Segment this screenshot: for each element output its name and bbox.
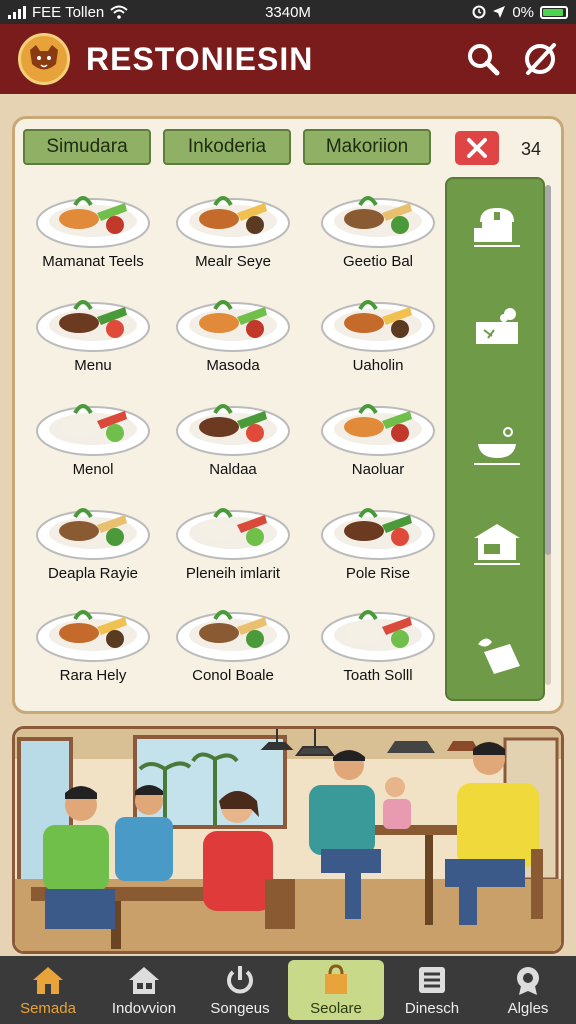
food-plate-image bbox=[321, 610, 435, 662]
food-plate-image bbox=[321, 508, 435, 560]
store-icon[interactable] bbox=[467, 197, 527, 257]
bottom-tab-bar: Semada Indovvion Songeus Seolare Dinesch… bbox=[0, 956, 576, 1024]
shop-icon[interactable] bbox=[467, 515, 527, 575]
location-icon bbox=[493, 6, 506, 18]
item-count: 34 bbox=[521, 139, 542, 159]
slashed-circle-icon[interactable] bbox=[522, 41, 558, 77]
list-icon bbox=[419, 966, 445, 993]
status-right: 0% bbox=[472, 4, 568, 21]
menu-item[interactable]: Masoda bbox=[163, 287, 303, 391]
battery-icon bbox=[540, 5, 568, 19]
scene-drawing bbox=[15, 729, 561, 951]
tabbar-label: Indovvion bbox=[111, 999, 177, 1017]
menu-item[interactable]: Menol bbox=[23, 391, 163, 495]
wifi-icon bbox=[110, 5, 128, 19]
food-plate-image bbox=[36, 300, 150, 352]
food-plate-image bbox=[321, 300, 435, 352]
menu-item-label: Pleneih imlarit bbox=[185, 565, 281, 582]
battery-fill bbox=[543, 8, 564, 16]
cake-icon[interactable] bbox=[467, 297, 527, 357]
carrier-text: FEE Tollen bbox=[32, 3, 105, 21]
battery-percent: 0% bbox=[512, 3, 534, 21]
bag-icon bbox=[325, 963, 347, 994]
food-plate-image bbox=[36, 508, 150, 560]
menu-item-label: Rara Hely bbox=[59, 667, 127, 684]
tabbar-label: Semada bbox=[20, 999, 76, 1017]
badge-icon bbox=[517, 966, 539, 995]
food-tag-icon[interactable] bbox=[467, 625, 527, 685]
tiger-logo-icon bbox=[30, 45, 58, 70]
menu-item[interactable]: Pleneih imlarit bbox=[163, 495, 303, 599]
food-plate-image bbox=[176, 300, 290, 352]
menu-item-label: Naoluar bbox=[351, 461, 405, 478]
restaurant-scene-illustration bbox=[12, 726, 564, 954]
tabbar-item-algles[interactable]: Algles bbox=[480, 956, 576, 1024]
tabbar-item-indovvion[interactable]: Indovvion bbox=[96, 956, 192, 1024]
menu-item[interactable]: Pole Rise bbox=[308, 495, 448, 599]
close-button[interactable] bbox=[455, 131, 499, 165]
status-bar: FEE Tollen 3340M 0% bbox=[0, 0, 576, 24]
house-icon bbox=[129, 966, 159, 994]
menu-item[interactable]: Uaholin bbox=[308, 287, 448, 391]
menu-item-label: Toath Solll bbox=[343, 667, 413, 684]
tabbar-item-songeus[interactable]: Songeus bbox=[192, 956, 288, 1024]
menu-item[interactable]: Geetio Bal bbox=[308, 183, 448, 287]
food-plate-image bbox=[321, 196, 435, 248]
tab-inkoderia[interactable]: Inkoderia bbox=[163, 129, 291, 165]
tab-simudara[interactable]: Simudara bbox=[23, 129, 151, 165]
food-plate-image bbox=[176, 404, 290, 456]
tab-makoriion[interactable]: Makoriion bbox=[303, 129, 431, 165]
power-icon bbox=[227, 965, 253, 993]
status-left: FEE Tollen bbox=[8, 4, 208, 21]
food-plate-image bbox=[176, 610, 290, 662]
tabbar-label: Seolare bbox=[310, 999, 362, 1017]
food-plate-image bbox=[36, 404, 150, 456]
menu-item[interactable]: Mamanat Teels bbox=[23, 183, 163, 287]
food-plate-image bbox=[176, 508, 290, 560]
app-header: RESTONIESIN bbox=[0, 24, 576, 94]
menu-item[interactable]: Toath Solll bbox=[308, 597, 448, 701]
scrollbar-thumb[interactable] bbox=[545, 185, 551, 555]
menu-item-label: Menu bbox=[74, 357, 112, 374]
category-tabs: Simudara Inkoderia Makoriion bbox=[23, 129, 431, 165]
menu-item[interactable]: Menu bbox=[23, 287, 163, 391]
side-rail bbox=[445, 177, 545, 701]
menu-item-label: Naldaa bbox=[209, 461, 257, 478]
food-plate-image bbox=[321, 404, 435, 456]
tabbar-label: Algles bbox=[507, 999, 549, 1017]
menu-item[interactable]: Rara Hely bbox=[23, 597, 163, 701]
tabbar-item-semada[interactable]: Semada bbox=[0, 956, 96, 1024]
menu-item-label: Masoda bbox=[206, 357, 260, 374]
menu-item-label: Mamanat Teels bbox=[42, 253, 144, 270]
menu-item[interactable]: Mealr Seye bbox=[163, 183, 303, 287]
tabbar-label: Songeus bbox=[210, 999, 270, 1017]
close-icon bbox=[467, 138, 487, 158]
menu-item-label: Deapla Rayie bbox=[47, 565, 139, 582]
menu-item-label: Uaholin bbox=[352, 357, 404, 374]
menu-item-label: Conol Boale bbox=[192, 667, 274, 684]
search-icon[interactable] bbox=[466, 42, 500, 76]
food-plate-image bbox=[176, 196, 290, 248]
menu-item-label: Mealr Seye bbox=[195, 253, 271, 270]
alarm-icon bbox=[472, 5, 486, 19]
menu-item[interactable]: Naldaa bbox=[163, 391, 303, 495]
tabbar-item-dinesch[interactable]: Dinesch bbox=[384, 956, 480, 1024]
signal-icon bbox=[8, 5, 26, 19]
menu-panel: Simudara Inkoderia Makoriion 34 Mamanat … bbox=[12, 116, 564, 714]
food-plate-image bbox=[36, 610, 150, 662]
tabbar-item-seolare[interactable]: Seolare bbox=[288, 960, 384, 1020]
menu-item[interactable]: Naoluar bbox=[308, 391, 448, 495]
food-plate-image bbox=[36, 196, 150, 248]
app-title: RESTONIESIN bbox=[86, 40, 314, 77]
home-icon bbox=[33, 966, 63, 994]
app-logo[interactable] bbox=[18, 33, 70, 85]
menu-item-label: Menol bbox=[72, 461, 114, 478]
menu-item[interactable]: Deapla Rayie bbox=[23, 495, 163, 599]
menu-item[interactable]: Conol Boale bbox=[163, 597, 303, 701]
header-actions bbox=[466, 41, 558, 77]
bowl-icon[interactable] bbox=[467, 415, 527, 475]
menu-item-label: Pole Rise bbox=[345, 565, 411, 582]
tabbar-label: Dinesch bbox=[404, 999, 460, 1017]
menu-item-label: Geetio Bal bbox=[342, 253, 414, 270]
